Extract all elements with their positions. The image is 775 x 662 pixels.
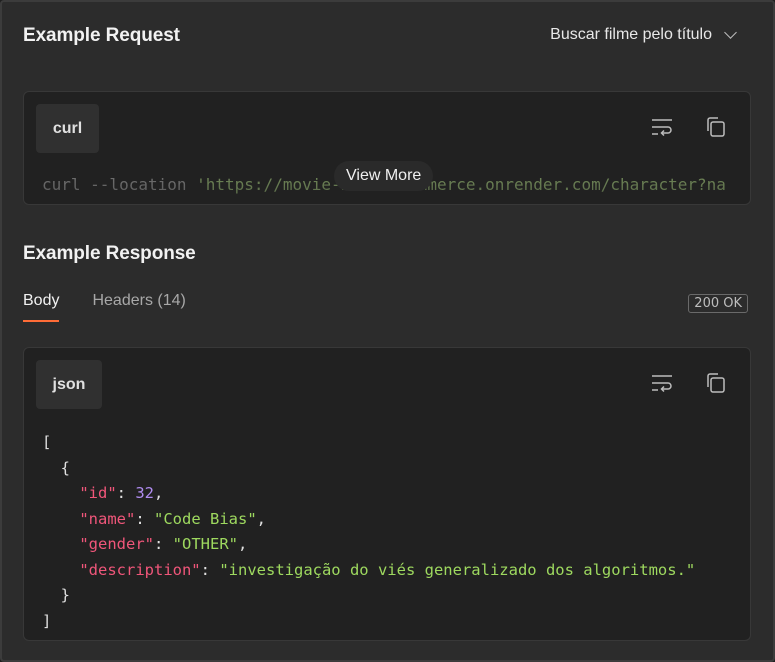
copy-icon[interactable] bbox=[704, 372, 728, 394]
view-more-button[interactable]: View More bbox=[334, 161, 434, 191]
json-key: "gender" bbox=[79, 535, 154, 553]
response-tabs: Body Headers (14) bbox=[23, 292, 186, 322]
copy-icon[interactable] bbox=[704, 116, 728, 138]
json-string-value: "investigação do viés generalizado dos a… bbox=[219, 560, 696, 579]
json-open-brace: { bbox=[60, 458, 71, 477]
json-open-bracket: [ bbox=[42, 433, 52, 451]
chevron-down-icon bbox=[724, 26, 737, 39]
request-language-tab[interactable]: curl bbox=[36, 104, 99, 153]
status-badge: 200 OK bbox=[688, 294, 748, 313]
response-language-tab[interactable]: json bbox=[36, 360, 102, 409]
tab-body[interactable]: Body bbox=[23, 292, 60, 322]
example-selector-dropdown[interactable]: Buscar filme pelo título bbox=[550, 26, 737, 44]
json-close-brace: } bbox=[60, 586, 71, 604]
json-string-value: "OTHER" bbox=[172, 535, 238, 553]
documentation-panel: Example Request Buscar filme pelo título… bbox=[0, 0, 775, 662]
wrap-lines-icon[interactable] bbox=[650, 372, 674, 394]
curl-command: curl --location bbox=[42, 175, 197, 194]
example-request-title: Example Request bbox=[23, 25, 180, 46]
wrap-lines-icon[interactable] bbox=[650, 116, 674, 138]
json-number-value: 32 bbox=[135, 484, 154, 502]
json-key: "id" bbox=[79, 484, 117, 502]
json-close-bracket: ] bbox=[42, 611, 52, 630]
example-response-title: Example Response bbox=[23, 243, 196, 264]
tab-headers[interactable]: Headers (14) bbox=[92, 292, 185, 322]
response-code-card: json [ { "id": 32, "name": "Code Bias", … bbox=[23, 347, 751, 641]
json-string-value: "Code Bias" bbox=[154, 509, 257, 528]
json-key: "description" bbox=[79, 560, 201, 579]
json-key: "name" bbox=[79, 509, 136, 528]
json-response-body: [ { "id": 32, "name": "Code Bias", "gend… bbox=[42, 433, 696, 630]
curl-url: 'https://movie-bias-ecommerce.onrender.c… bbox=[196, 175, 726, 194]
example-selector-label: Buscar filme pelo título bbox=[550, 26, 712, 43]
request-code-card: curl curl --location 'https://movie-bias… bbox=[23, 91, 751, 205]
